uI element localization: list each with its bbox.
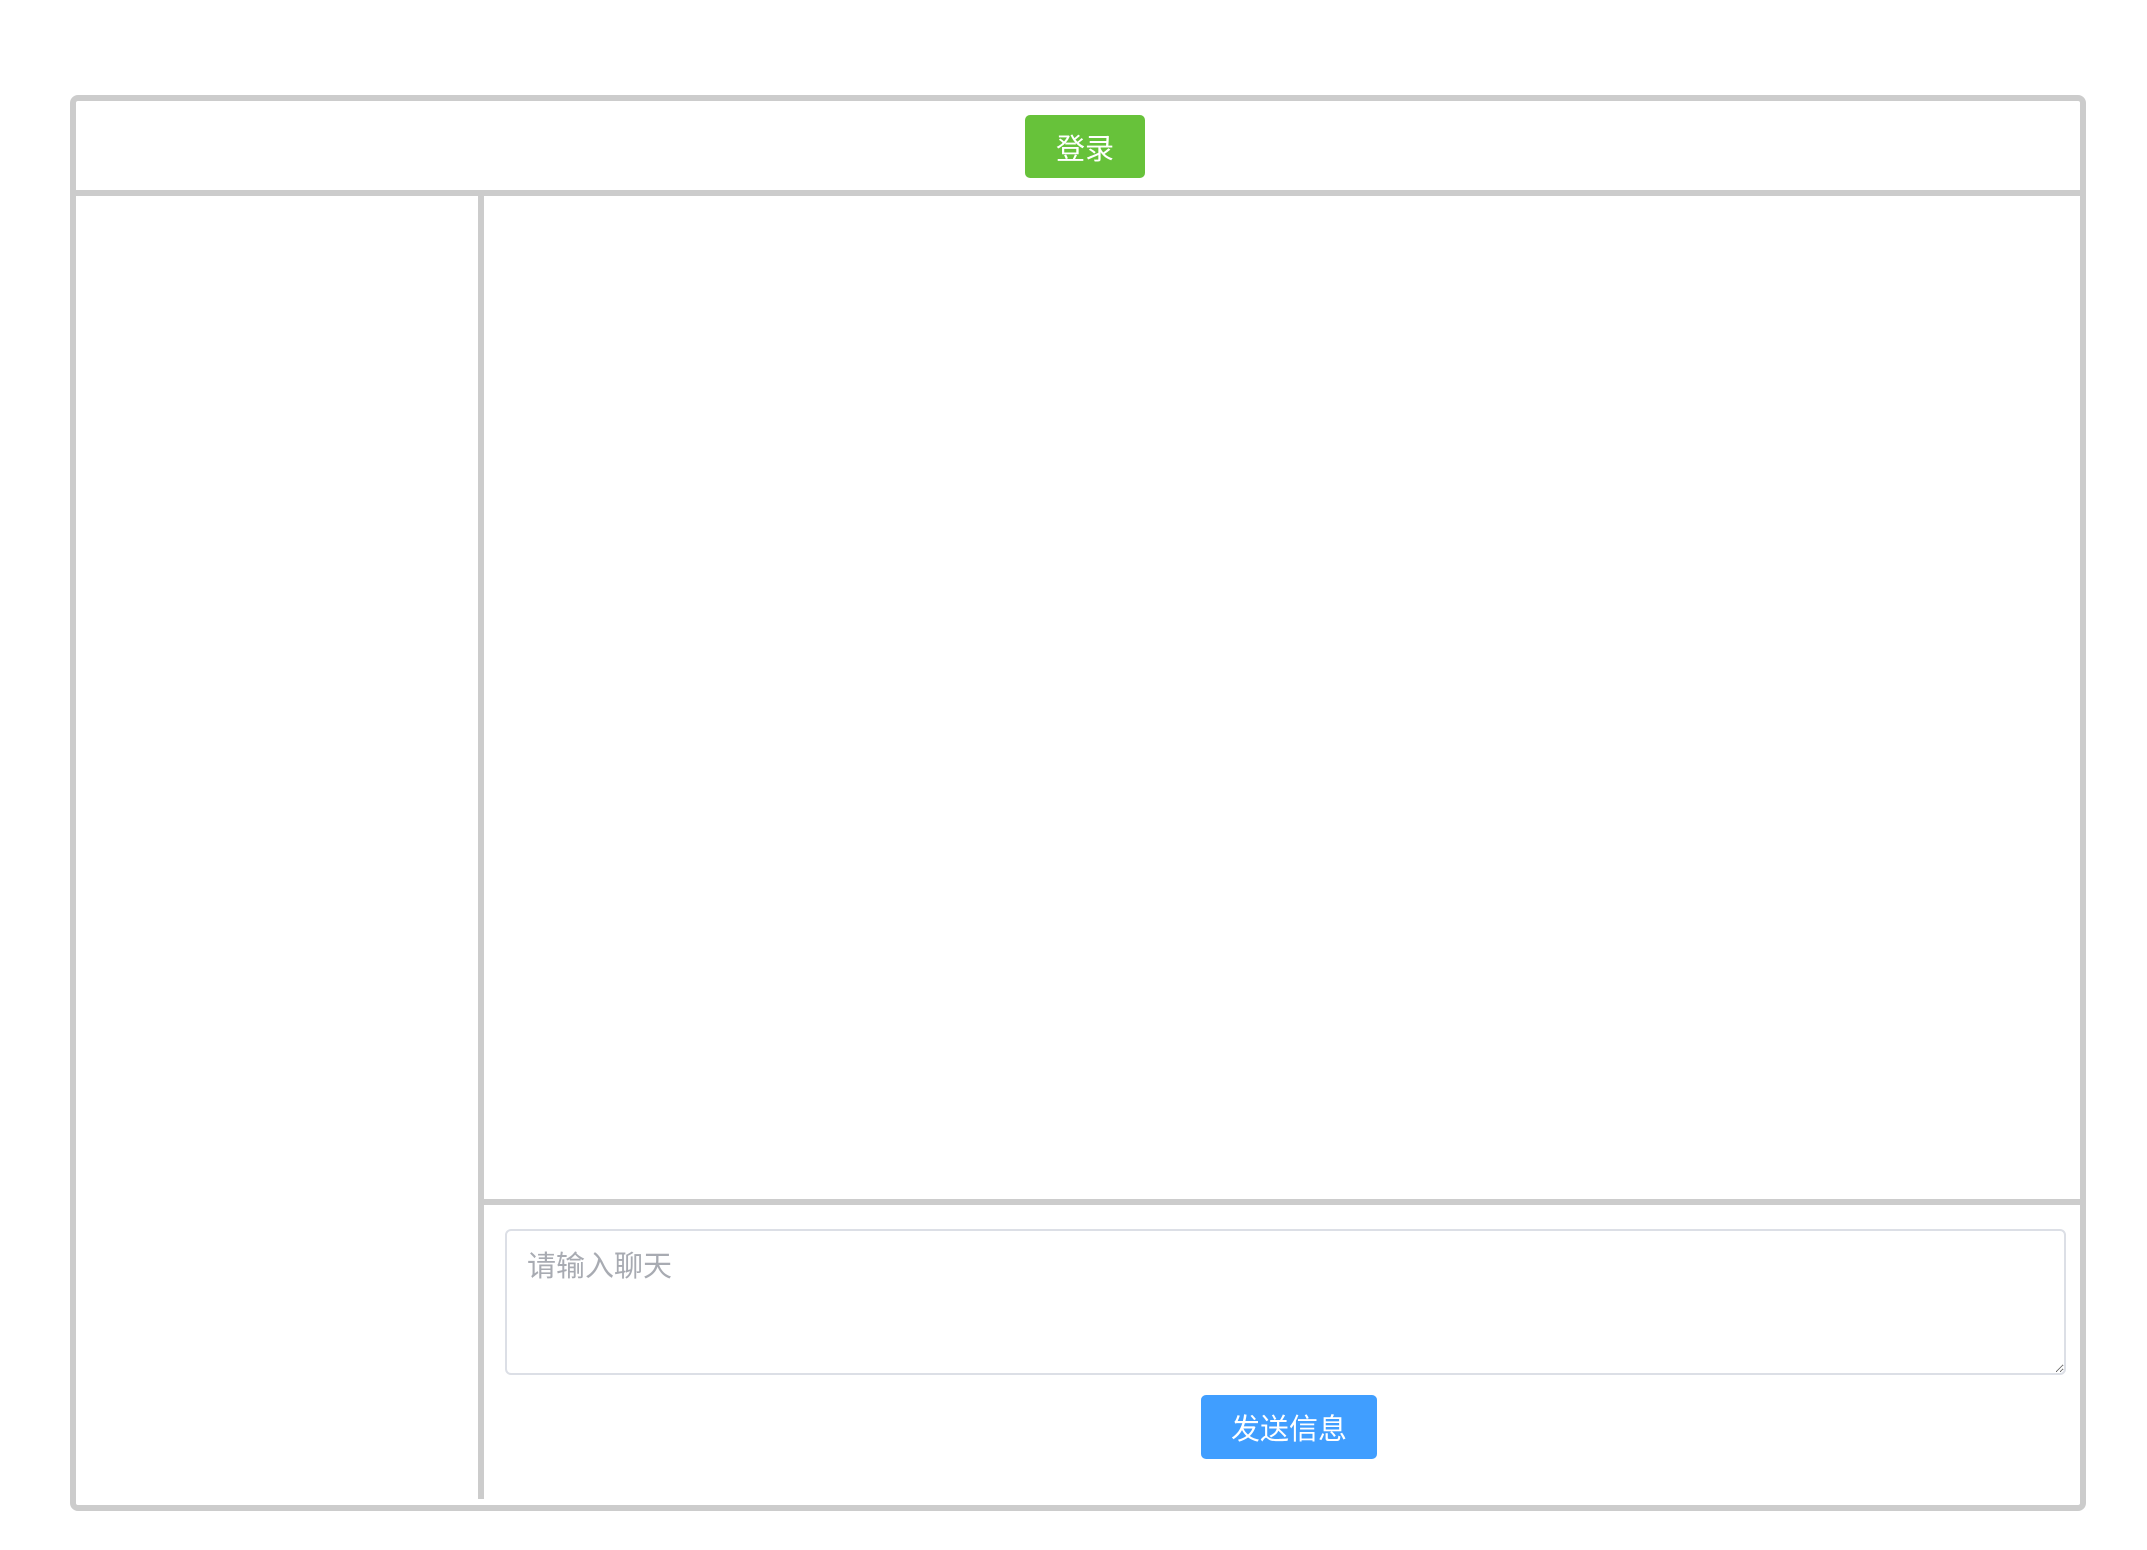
user-list-sidebar [76, 196, 484, 1499]
message-composer: 发送信息 [484, 1205, 2080, 1505]
send-message-button[interactable]: 发送信息 [1201, 1395, 1377, 1459]
chat-app-container: 登录 发送信息 [70, 95, 2086, 1511]
header-bar: 登录 [76, 101, 2080, 196]
login-button[interactable]: 登录 [1025, 115, 1145, 178]
chat-input[interactable] [505, 1229, 2066, 1375]
message-list-area[interactable] [484, 196, 2080, 1205]
chat-main-panel: 发送信息 [484, 196, 2080, 1505]
